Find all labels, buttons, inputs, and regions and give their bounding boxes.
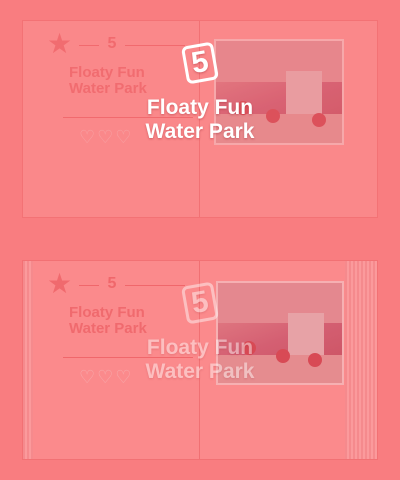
level-title: Floaty Fun Water Park [145, 96, 255, 143]
level-title: Floaty Fun Water Park [145, 336, 255, 383]
level-banner-faded: 5 Floaty Fun Water Park [0, 281, 400, 384]
level-banner: 5 Floaty Fun Water Park [0, 41, 400, 144]
number-badge-icon: 5 [180, 281, 220, 325]
number-badge-icon: 5 [180, 41, 220, 85]
